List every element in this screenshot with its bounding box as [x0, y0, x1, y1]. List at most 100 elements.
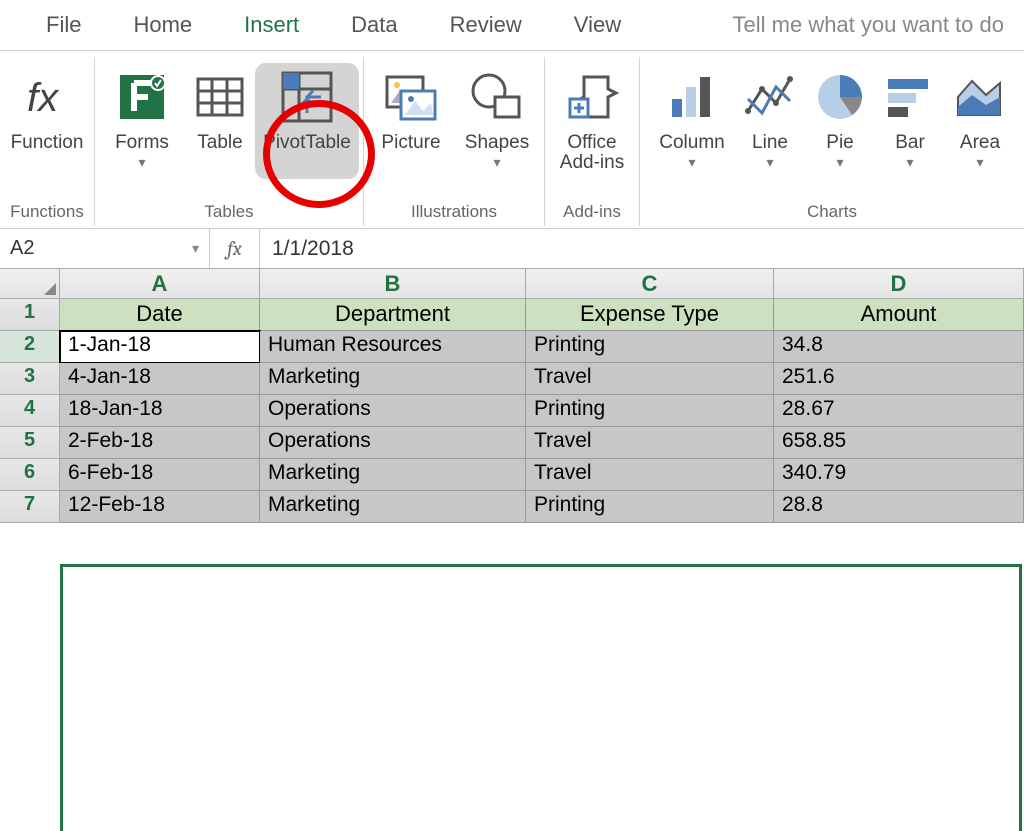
cell[interactable]: Printing — [526, 491, 774, 523]
table-row: 1 Date Department Expense Type Amount — [0, 299, 1024, 331]
area-chart-button[interactable]: Area▾ — [945, 63, 1015, 179]
table-icon — [192, 69, 248, 125]
column-headers: A B C D — [0, 269, 1024, 299]
tab-home[interactable]: Home — [107, 6, 218, 44]
chevron-down-icon: ▾ — [960, 155, 1000, 170]
cell[interactable]: Travel — [526, 427, 774, 459]
spreadsheet-grid: A B C D 1 Date Department Expense Type A… — [0, 269, 1024, 523]
chevron-down-icon: ▾ — [752, 155, 788, 170]
group-tables: Forms▾ Table PivotTable Tables — [95, 57, 364, 226]
row-header[interactable]: 7 — [0, 491, 60, 523]
shapes-button[interactable]: Shapes▾ — [454, 63, 540, 179]
shapes-icon — [469, 69, 525, 125]
cell[interactable]: 28.67 — [774, 395, 1024, 427]
cell[interactable]: Marketing — [260, 363, 526, 395]
tab-data[interactable]: Data — [325, 6, 423, 44]
function-button[interactable]: fx Function — [4, 63, 90, 179]
tab-file[interactable]: File — [20, 6, 107, 44]
forms-button[interactable]: Forms▾ — [99, 63, 185, 179]
cell[interactable]: 2-Feb-18 — [60, 427, 260, 459]
cell[interactable]: Human Resources — [260, 331, 526, 363]
row-header[interactable]: 6 — [0, 459, 60, 491]
chevron-down-icon: ▾ — [465, 155, 529, 170]
pivottable-icon — [279, 69, 335, 125]
forms-icon — [114, 69, 170, 125]
col-header-B[interactable]: B — [260, 269, 526, 298]
col-header-C[interactable]: C — [526, 269, 774, 298]
fx-icon[interactable]: fx — [210, 229, 260, 268]
pie-chart-icon — [812, 69, 868, 125]
name-box[interactable]: A2 ▾ — [0, 229, 210, 268]
row-header[interactable]: 2 — [0, 331, 60, 363]
col-header-D[interactable]: D — [774, 269, 1024, 298]
cell[interactable]: Department — [260, 299, 526, 331]
office-addins-button[interactable]: Office Add-ins — [549, 63, 635, 179]
cell[interactable]: Printing — [526, 395, 774, 427]
active-cell[interactable]: 1-Jan-18 — [60, 331, 260, 363]
group-addins: Office Add-ins Add-ins — [545, 57, 640, 226]
tab-review[interactable]: Review — [424, 6, 548, 44]
chevron-down-icon: ▾ — [115, 155, 169, 170]
column-chart-icon — [664, 69, 720, 125]
line-chart-button[interactable]: Line▾ — [735, 63, 805, 179]
chevron-down-icon[interactable]: ▾ — [192, 240, 199, 257]
cell[interactable]: 658.85 — [774, 427, 1024, 459]
cell[interactable]: Operations — [260, 427, 526, 459]
table-row: 6 6-Feb-18 Marketing Travel 340.79 — [0, 459, 1024, 491]
row-header[interactable]: 5 — [0, 427, 60, 459]
select-all-corner[interactable] — [0, 269, 60, 298]
row-header[interactable]: 1 — [0, 299, 60, 331]
cell[interactable]: 4-Jan-18 — [60, 363, 260, 395]
function-icon: fx — [19, 69, 75, 125]
cell[interactable]: Date — [60, 299, 260, 331]
formula-input[interactable]: 1/1/2018 — [260, 229, 1024, 268]
selection-border — [60, 564, 1021, 567]
cell[interactable]: Travel — [526, 459, 774, 491]
tab-insert[interactable]: Insert — [218, 6, 325, 44]
row-header[interactable]: 4 — [0, 395, 60, 427]
table-row: 4 18-Jan-18 Operations Printing 28.67 — [0, 395, 1024, 427]
table-row: 3 4-Jan-18 Marketing Travel 251.6 — [0, 363, 1024, 395]
cell[interactable]: 18-Jan-18 — [60, 395, 260, 427]
table-row: 2 1-Jan-18 Human Resources Printing 34.8 — [0, 331, 1024, 363]
column-chart-button[interactable]: Column▾ — [649, 63, 735, 179]
addins-icon — [564, 69, 620, 125]
bar-chart-button[interactable]: Bar▾ — [875, 63, 945, 179]
tell-me-search[interactable]: Tell me what you want to do — [647, 12, 1024, 38]
cell[interactable]: Marketing — [260, 491, 526, 523]
cell[interactable]: Printing — [526, 331, 774, 363]
bar-chart-icon — [882, 69, 938, 125]
table-button[interactable]: Table — [185, 63, 255, 179]
col-header-A[interactable]: A — [60, 269, 260, 298]
cell[interactable]: 6-Feb-18 — [60, 459, 260, 491]
svg-text:fx: fx — [27, 76, 60, 120]
cell[interactable]: 28.8 — [774, 491, 1024, 523]
cell[interactable]: Operations — [260, 395, 526, 427]
formula-bar: A2 ▾ fx 1/1/2018 — [0, 229, 1024, 269]
cell[interactable]: Travel — [526, 363, 774, 395]
cell[interactable]: Marketing — [260, 459, 526, 491]
cell[interactable]: 340.79 — [774, 459, 1024, 491]
selection-border — [1019, 564, 1022, 831]
row-header[interactable]: 3 — [0, 363, 60, 395]
chevron-down-icon: ▾ — [659, 155, 724, 170]
line-chart-icon — [742, 69, 798, 125]
cell[interactable]: 34.8 — [774, 331, 1024, 363]
pie-chart-button[interactable]: Pie▾ — [805, 63, 875, 179]
cell[interactable]: Expense Type — [526, 299, 774, 331]
picture-button[interactable]: Picture — [368, 63, 454, 179]
ribbon-tabs: File Home Insert Data Review View Tell m… — [0, 0, 1024, 51]
group-charts: Column▾ Line▾ Pie▾ Bar▾ — [640, 57, 1024, 226]
area-chart-icon — [952, 69, 1008, 125]
group-functions: fx Function Functions — [0, 57, 95, 226]
cell[interactable]: 12-Feb-18 — [60, 491, 260, 523]
tab-view[interactable]: View — [548, 6, 647, 44]
cell[interactable]: Amount — [774, 299, 1024, 331]
cell[interactable]: 251.6 — [774, 363, 1024, 395]
picture-icon — [383, 69, 439, 125]
chevron-down-icon: ▾ — [826, 155, 853, 170]
selection-border — [60, 564, 63, 831]
group-illustrations: Picture Shapes▾ Illustrations — [364, 57, 545, 226]
ribbon: fx Function Functions Forms▾ Table — [0, 51, 1024, 229]
pivottable-button[interactable]: PivotTable — [255, 63, 359, 179]
